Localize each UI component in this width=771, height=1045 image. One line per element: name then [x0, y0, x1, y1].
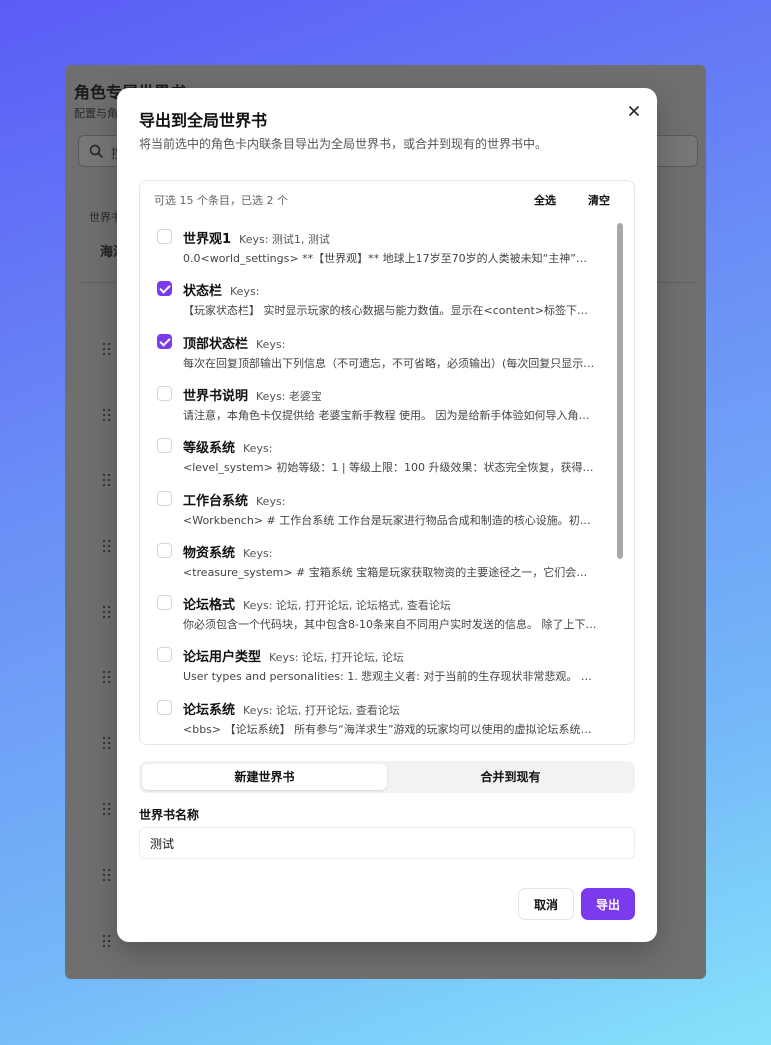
- entry-keys: Keys: 论坛, 打开论坛, 查看论坛: [243, 703, 400, 717]
- list-item[interactable]: 工作台系统 Keys: <Workbench> # 工作台系统 工作台是玩家进行物品…: [140, 483, 620, 535]
- entry-description: 请注意，本角色卡仅提供给 老婆宝新手教程 使用。 因为是给新手体验如何导入角色卡…: [183, 408, 597, 422]
- entry-name: 论坛用户类型: [183, 650, 262, 666]
- select-all-button[interactable]: 全选: [534, 192, 556, 208]
- entry-checkbox[interactable]: [157, 229, 172, 244]
- entry-checkbox[interactable]: [157, 438, 172, 454]
- list-item[interactable]: 论坛系统 Keys: 论坛, 打开论坛, 查看论坛 <bbs> 【论坛系统】 所有参…: [140, 692, 620, 741]
- entry-checkbox[interactable]: [157, 281, 172, 297]
- entry-title: 工作台系统 Keys:: [183, 490, 285, 509]
- export-button[interactable]: 导出: [581, 888, 635, 920]
- entry-description: <Workbench> # 工作台系统 工作台是玩家进行物品合成和制造的核心设施…: [183, 513, 597, 527]
- entry-name: 论坛格式: [183, 598, 236, 614]
- entry-keys: Keys: 测试1, 测试: [239, 233, 330, 246]
- entry-title: 世界观1 Keys: 测试1, 测试: [183, 228, 330, 247]
- worldbook-name-label: 世界书名称: [139, 808, 200, 822]
- entry-name: 状态栏: [183, 284, 223, 300]
- entry-name: 世界观1: [183, 232, 232, 247]
- drag-handle-icon: [103, 343, 113, 355]
- close-icon[interactable]: [625, 102, 643, 120]
- entry-checkbox[interactable]: [157, 595, 172, 611]
- entry-title: 物资系统 Keys:: [183, 542, 272, 561]
- drag-handle-icon: [103, 671, 113, 683]
- entry-name: 世界书说明: [183, 388, 249, 404]
- entry-description: 【玩家状态栏】 实时显示玩家的核心数据与能力数值。显示在<content>标签下…: [183, 304, 597, 318]
- entry-description: <treasure_system> # 宝箱系统 宝箱是玩家获取物资的主要途径之…: [183, 565, 597, 579]
- list-item[interactable]: 状态栏 Keys: 【玩家状态栏】 实时显示玩家的核心数据与能力数值。显示在<con…: [140, 273, 620, 325]
- entry-keys: Keys:: [256, 494, 286, 508]
- entry-name: 等级系统: [183, 441, 236, 457]
- tab-new-worldbook[interactable]: 新建世界书: [142, 764, 387, 790]
- entry-keys: Keys:: [243, 442, 273, 456]
- selection-summary: 可选 15 个条目，已选 2 个: [154, 194, 288, 207]
- entry-list: 可选 15 个条目，已选 2 个 全选 清空 世界观1 Keys: 测试1, 测试…: [139, 180, 635, 745]
- entry-keys: Keys: 老婆宝: [256, 389, 322, 403]
- tab-merge-existing[interactable]: 合并到现有: [389, 764, 632, 790]
- entry-checkbox[interactable]: [157, 385, 172, 401]
- entry-title: 等级系统 Keys:: [183, 437, 272, 456]
- entry-description: User types and personalities: 1. 悲观主义者: …: [183, 670, 597, 684]
- entry-keys: Keys:: [230, 285, 260, 299]
- search-icon: [89, 144, 103, 158]
- list-item[interactable]: 顶部状态栏 Keys: 每次在回复顶部输出下列信息（不可遗忘，不可省略，必须输出）(…: [140, 326, 620, 378]
- background-subtitle: 配置与角: [74, 107, 118, 120]
- entry-name: 论坛系统: [183, 702, 236, 718]
- list-item[interactable]: 世界观1 Keys: 测试1, 测试 0.0<world_settings> **【…: [140, 221, 620, 273]
- entry-description: <bbs> 【论坛系统】 所有参与“海洋求生”游戏的玩家均可以使用的虚拟论坛系统…: [183, 722, 597, 736]
- list-item[interactable]: 论坛用户类型 Keys: 论坛, 打开论坛, 论坛 User types and p…: [140, 639, 620, 691]
- drag-handle-icon: [103, 606, 113, 618]
- drag-handle-icon: [103, 737, 113, 749]
- entry-description: 0.0<world_settings> **【世界观】** 地球上17岁至70岁…: [183, 252, 597, 265]
- clear-button[interactable]: 清空: [588, 192, 610, 208]
- entry-checkbox[interactable]: [157, 333, 172, 349]
- drag-handle-icon: [103, 540, 113, 552]
- cancel-button[interactable]: 取消: [518, 888, 574, 920]
- entry-title: 论坛系统 Keys: 论坛, 打开论坛, 查看论坛: [183, 699, 400, 718]
- entry-title: 顶部状态栏 Keys:: [183, 333, 285, 352]
- drag-handle-icon: [103, 803, 113, 815]
- drag-handle-icon: [103, 935, 113, 947]
- entry-keys: Keys:: [256, 337, 286, 351]
- entry-title: 论坛用户类型 Keys: 论坛, 打开论坛, 论坛: [183, 646, 404, 665]
- entry-name: 工作台系统: [183, 493, 249, 509]
- entry-checkbox[interactable]: [157, 490, 172, 506]
- drag-handle-icon: [103, 474, 113, 486]
- entry-keys: Keys:: [243, 546, 273, 560]
- entry-keys: Keys: 论坛, 打开论坛, 论坛: [269, 651, 404, 665]
- entry-title: 世界书说明 Keys: 老婆宝: [183, 385, 322, 404]
- entry-items: 世界观1 Keys: 测试1, 测试 0.0<world_settings> **【…: [140, 221, 620, 741]
- entry-name: 顶部状态栏: [183, 336, 249, 352]
- list-scrollbar[interactable]: [617, 223, 623, 559]
- dialog-title: 导出到全局世界书: [139, 111, 268, 130]
- entry-name: 物资系统: [183, 545, 236, 561]
- entry-checkbox[interactable]: [157, 542, 172, 558]
- list-item[interactable]: 世界书说明 Keys: 老婆宝请注意，本角色卡仅提供给 老婆宝新手教程 使用。 因…: [140, 378, 620, 430]
- entry-checkbox[interactable]: [157, 647, 172, 663]
- entry-keys: Keys: 论坛, 打开论坛, 论坛格式, 查看论坛: [243, 599, 451, 613]
- entry-description: 你必须包含一个代码块，其中包含8-10条来自不同用户实时发送的信息。 除了上下文…: [183, 618, 597, 632]
- entry-description: <level_system> 初始等级：1 | 等级上限：100 升级效果：状态…: [183, 461, 597, 475]
- worldbook-name-input[interactable]: [139, 827, 635, 859]
- entry-title: 状态栏 Keys:: [183, 280, 259, 299]
- export-dialog: 导出到全局世界书 将当前选中的角色卡内联条目导出为全局世界书，或合并到现有的世界…: [117, 88, 657, 942]
- list-item[interactable]: 等级系统 Keys: <level_system> 初始等级：1 | 等级上限：10…: [140, 430, 620, 482]
- drag-handle-icon: [103, 869, 113, 881]
- list-item[interactable]: 论坛格式 Keys: 论坛, 打开论坛, 论坛格式, 查看论坛你必须包含一个代码块…: [140, 587, 620, 639]
- drag-handle-icon: [103, 409, 113, 421]
- entry-checkbox[interactable]: [157, 699, 172, 715]
- export-mode-tabs: 新建世界书 合并到现有: [139, 761, 635, 793]
- entry-title: 论坛格式 Keys: 论坛, 打开论坛, 论坛格式, 查看论坛: [183, 594, 451, 613]
- entry-description: 每次在回复顶部输出下列信息（不可遗忘，不可省略，必须输出）(每次回复只显示一次): [183, 356, 597, 370]
- list-item[interactable]: 物资系统 Keys: <treasure_system> # 宝箱系统 宝箱是玩家获…: [140, 535, 620, 587]
- dialog-description: 将当前选中的角色卡内联条目导出为全局世界书，或合并到现有的世界书中。: [139, 137, 548, 151]
